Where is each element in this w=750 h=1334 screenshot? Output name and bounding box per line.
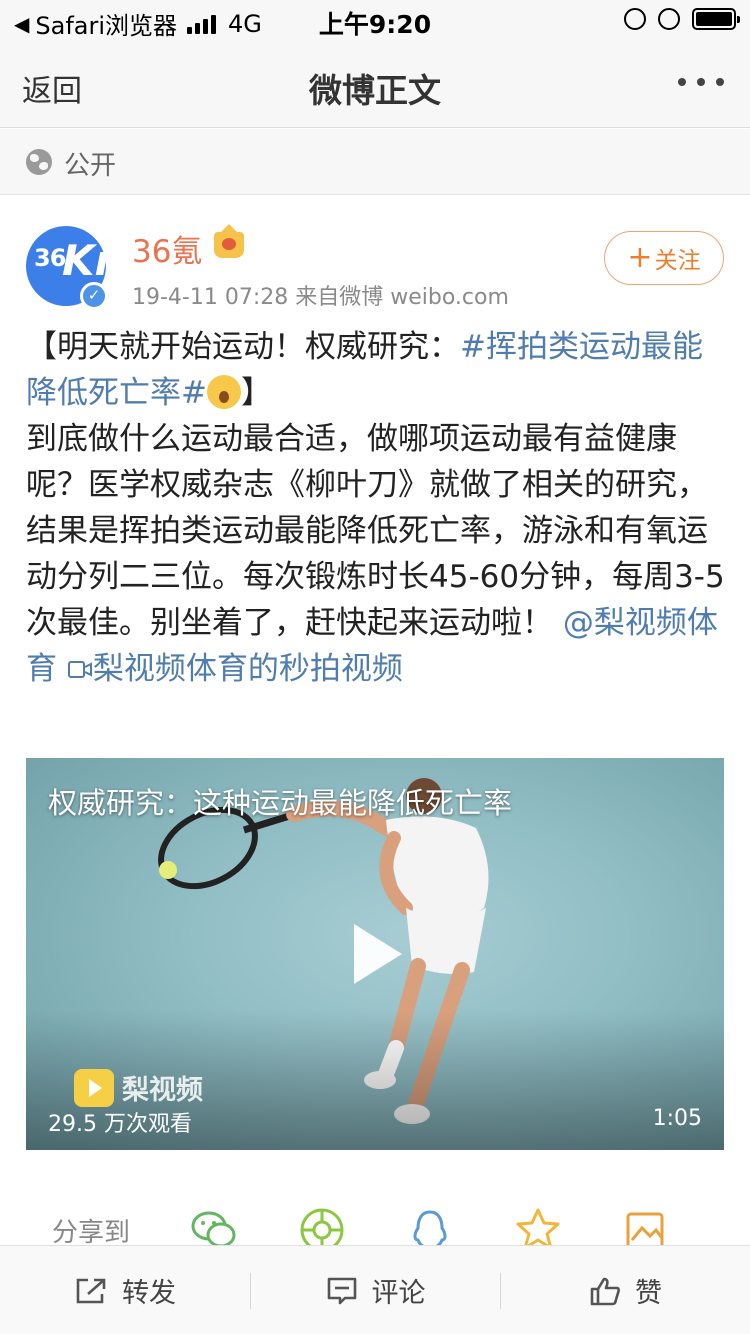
post-body: 【明天就开始运动！权威研究：#挥拍类运动最能降低死亡率#】 到底做什么运动最合适…: [26, 324, 726, 692]
status-bar: ◀ Safari浏览器 4G 上午9:20: [0, 0, 750, 40]
avatar-text: 36: [34, 244, 66, 272]
comment-label: 评论: [371, 1278, 426, 1309]
repost-icon: [76, 1278, 106, 1303]
like-button[interactable]: 赞: [501, 1246, 750, 1334]
video-link[interactable]: 梨视频体育的秒拍视频: [67, 651, 403, 687]
share-label: 分享到: [52, 1218, 131, 1248]
play-icon[interactable]: [354, 924, 402, 984]
repost-label: 转发: [122, 1278, 176, 1309]
thumbs-up-icon: [590, 1277, 620, 1305]
video-logo-text: 梨视频: [122, 1075, 203, 1106]
post-meta: 19-4-11 07:28 来自微博 weibo.com: [132, 285, 509, 310]
video-player[interactable]: 权威研究：这种运动最能降低死亡率 梨视频 29.5 万次观看 1:05: [26, 758, 724, 1150]
author-name[interactable]: 36氪: [132, 226, 202, 271]
page-title: 微博正文: [309, 71, 441, 110]
repost-button[interactable]: 转发: [0, 1246, 250, 1334]
bottom-toolbar: 转发 评论 赞: [0, 1245, 750, 1334]
follow-button[interactable]: + 关注: [604, 231, 724, 285]
follow-label: 关注: [654, 248, 701, 274]
status-right: [624, 8, 740, 30]
video-watermark: 梨视频: [74, 1068, 203, 1107]
comment-icon: [327, 1277, 356, 1304]
more-options-icon[interactable]: [678, 78, 724, 86]
visibility-label: 公开: [64, 151, 117, 181]
video-title: 权威研究：这种运动最能降低死亡率: [48, 786, 513, 820]
battery-icon: [692, 8, 740, 30]
pear-video-logo-icon: [74, 1068, 114, 1107]
headline-close: 】: [240, 375, 272, 411]
visibility-row: 公开: [0, 129, 750, 195]
avatar-letter: Kr: [62, 236, 116, 285]
alarm-icon: [658, 8, 680, 30]
video-duration: 1:05: [652, 1106, 702, 1131]
video-link-icon: [67, 661, 92, 678]
video-link-label: 梨视频体育的秒拍视频: [92, 651, 403, 687]
globe-icon: [26, 149, 52, 175]
comment-button[interactable]: 评论: [251, 1246, 500, 1334]
plus-icon: +: [627, 240, 653, 275]
orientation-lock-icon: [624, 8, 646, 30]
headline-open: 【明天就开始运动！权威研究：: [26, 329, 460, 365]
video-views: 29.5 万次观看: [48, 1112, 192, 1137]
nav-bar: 返回 微博正文: [0, 40, 750, 128]
surprised-emoji-icon: [206, 375, 241, 409]
vip-crown-icon: [214, 224, 244, 258]
like-label: 赞: [635, 1278, 662, 1309]
verified-badge-icon: ✓: [80, 282, 108, 310]
